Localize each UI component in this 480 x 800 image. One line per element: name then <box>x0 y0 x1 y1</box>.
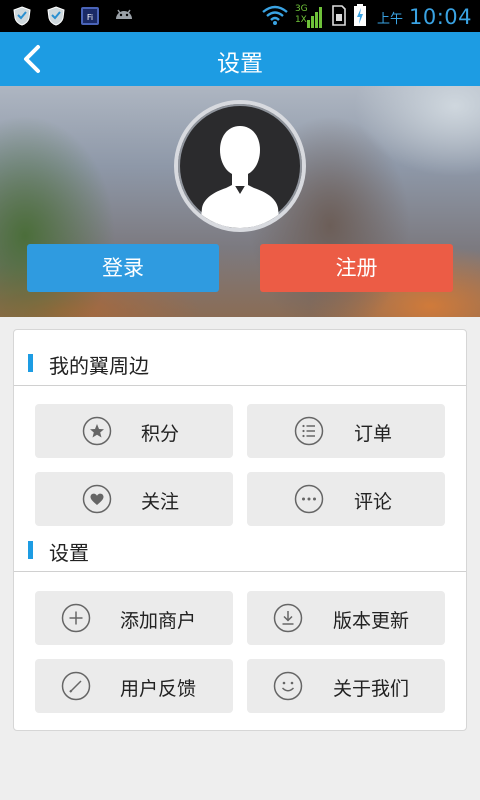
add-merchant-button[interactable]: 添加商户 <box>35 591 233 645</box>
shield-icon <box>10 4 34 28</box>
status-bar: Fi 3G 1X 上午 10:04 <box>0 0 480 32</box>
avatar[interactable] <box>174 100 306 232</box>
tile-label: 评论 <box>354 491 393 513</box>
register-button[interactable]: 注册 <box>260 244 453 292</box>
tile-label: 关注 <box>141 491 180 513</box>
user-silhouette-icon <box>200 126 280 228</box>
orders-button[interactable]: 订单 <box>247 404 445 458</box>
section-header-my-area: 我的翼周边 <box>14 346 466 386</box>
tile-label: 订单 <box>354 423 393 445</box>
svg-text:Fi: Fi <box>87 13 93 22</box>
login-button[interactable]: 登录 <box>27 244 219 292</box>
tile-label: 积分 <box>141 423 180 445</box>
section-title: 我的翼周边 <box>49 354 149 378</box>
tile-label: 版本更新 <box>333 610 410 632</box>
sim-card-icon <box>331 3 347 31</box>
ellipsis-circle-icon <box>294 484 324 514</box>
profile-header: 登录 注册 <box>0 86 480 317</box>
tile-label: 添加商户 <box>120 610 197 632</box>
points-button[interactable]: 积分 <box>35 404 233 458</box>
battery-icon <box>353 3 367 31</box>
section-title: 设置 <box>49 541 89 565</box>
section-marker <box>28 541 33 559</box>
version-update-button[interactable]: 版本更新 <box>247 591 445 645</box>
heart-circle-icon <box>82 484 112 514</box>
3g-signal-icon: 3G 1X <box>295 4 325 30</box>
follow-button[interactable]: 关注 <box>35 472 233 526</box>
tile-label: 用户反馈 <box>120 678 197 700</box>
android-icon <box>112 4 136 28</box>
feedback-button[interactable]: 用户反馈 <box>35 659 233 713</box>
section-marker <box>28 354 33 372</box>
tile-label: 关于我们 <box>333 678 410 700</box>
plus-circle-icon <box>61 603 91 633</box>
about-us-button[interactable]: 关于我们 <box>247 659 445 713</box>
star-circle-icon <box>82 416 112 446</box>
section-header-settings: 设置 <box>14 533 466 573</box>
ampm-label: 上午 <box>376 11 403 27</box>
divider <box>14 385 466 386</box>
list-circle-icon <box>294 416 324 446</box>
clock: 10:04 <box>408 5 472 29</box>
title-bar: 设置 <box>0 32 480 86</box>
comments-button[interactable]: 评论 <box>247 472 445 526</box>
wifi-signal-icon <box>261 4 289 30</box>
shield-icon <box>44 4 68 28</box>
page-title: 设置 <box>217 51 263 77</box>
divider <box>14 571 466 572</box>
smiley-circle-icon <box>273 671 303 701</box>
download-circle-icon <box>273 603 303 633</box>
wifi-notification-icon: Fi <box>78 4 102 28</box>
pencil-circle-icon <box>61 671 91 701</box>
menu-card: 我的翼周边 积分 订单 关注 评论 设置 添加商户 版本更新 用户反馈 关于我们 <box>13 329 467 731</box>
